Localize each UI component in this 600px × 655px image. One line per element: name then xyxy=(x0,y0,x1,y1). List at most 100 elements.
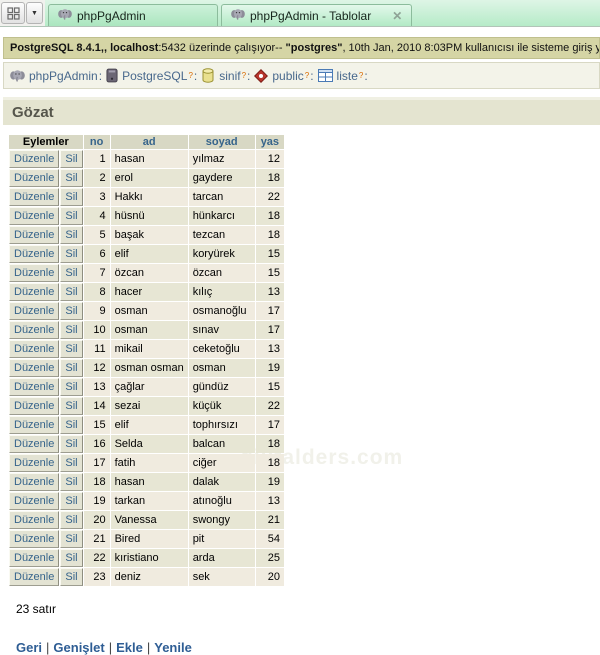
delete-button-link[interactable]: Sil xyxy=(65,172,77,184)
column-header-soyad[interactable]: soyad xyxy=(188,135,255,149)
tab-list-dropdown-button[interactable]: ▼ xyxy=(26,2,43,24)
delete-button-link[interactable]: Sil xyxy=(65,362,77,374)
edit-button[interactable]: Düzenle xyxy=(9,188,60,206)
breadcrumb-label[interactable]: liste xyxy=(337,69,358,83)
help-icon[interactable]: ? xyxy=(305,71,309,80)
edit-button-link[interactable]: Düzenle xyxy=(14,381,54,393)
delete-button[interactable]: Sil xyxy=(60,511,83,529)
delete-button[interactable]: Sil xyxy=(60,245,83,263)
help-icon[interactable]: ? xyxy=(242,71,246,80)
edit-button[interactable]: Düzenle xyxy=(9,492,60,510)
expand-link[interactable]: Genişlet xyxy=(53,640,104,655)
column-header-no[interactable]: no xyxy=(83,135,110,149)
edit-button[interactable]: Düzenle xyxy=(9,435,60,453)
breadcrumb-item-database[interactable]: sinif? : xyxy=(201,68,250,83)
edit-button-link[interactable]: Düzenle xyxy=(14,552,54,564)
delete-button[interactable]: Sil xyxy=(60,264,83,282)
edit-button-link[interactable]: Düzenle xyxy=(14,533,54,545)
help-icon[interactable]: ? xyxy=(359,71,363,80)
delete-button[interactable]: Sil xyxy=(60,492,83,510)
edit-button[interactable]: Düzenle xyxy=(9,454,60,472)
edit-button[interactable]: Düzenle xyxy=(9,473,60,491)
tab-groups-button[interactable] xyxy=(1,2,25,24)
help-icon[interactable]: ? xyxy=(188,71,192,80)
delete-button-link[interactable]: Sil xyxy=(65,210,77,222)
edit-button[interactable]: Düzenle xyxy=(9,226,60,244)
edit-button-link[interactable]: Düzenle xyxy=(14,400,54,412)
edit-button-link[interactable]: Düzenle xyxy=(14,153,54,165)
edit-button-link[interactable]: Düzenle xyxy=(14,210,54,222)
delete-button[interactable]: Sil xyxy=(60,321,83,339)
delete-button[interactable]: Sil xyxy=(60,549,83,567)
breadcrumb-item-schema[interactable]: public? : xyxy=(254,68,314,83)
delete-button[interactable]: Sil xyxy=(60,226,83,244)
delete-button[interactable]: Sil xyxy=(60,302,83,320)
delete-button[interactable]: Sil xyxy=(60,435,83,453)
back-link[interactable]: Geri xyxy=(16,640,42,655)
delete-button[interactable]: Sil xyxy=(60,416,83,434)
delete-button[interactable]: Sil xyxy=(60,473,83,491)
edit-button-link[interactable]: Düzenle xyxy=(14,571,54,583)
edit-button[interactable]: Düzenle xyxy=(9,340,60,358)
breadcrumb-item-table[interactable]: liste? : xyxy=(317,69,368,83)
delete-button[interactable]: Sil xyxy=(60,340,83,358)
delete-button[interactable]: Sil xyxy=(60,207,83,225)
edit-button-link[interactable]: Düzenle xyxy=(14,419,54,431)
delete-button[interactable]: Sil xyxy=(60,397,83,415)
edit-button-link[interactable]: Düzenle xyxy=(14,457,54,469)
delete-button-link[interactable]: Sil xyxy=(65,267,77,279)
delete-button-link[interactable]: Sil xyxy=(65,286,77,298)
edit-button[interactable]: Düzenle xyxy=(9,530,60,548)
edit-button[interactable]: Düzenle xyxy=(9,359,60,377)
edit-button-link[interactable]: Düzenle xyxy=(14,267,54,279)
breadcrumb-label[interactable]: sinif xyxy=(219,69,240,83)
edit-button-link[interactable]: Düzenle xyxy=(14,362,54,374)
delete-button-link[interactable]: Sil xyxy=(65,400,77,412)
delete-button[interactable]: Sil xyxy=(60,169,83,187)
edit-button[interactable]: Düzenle xyxy=(9,245,60,263)
browser-tab-tablolar[interactable]: phpPgAdmin - Tablolar ✕ xyxy=(221,4,413,26)
delete-button-link[interactable]: Sil xyxy=(65,324,77,336)
edit-button[interactable]: Düzenle xyxy=(9,321,60,339)
delete-button[interactable]: Sil xyxy=(60,454,83,472)
breadcrumb-label[interactable]: PostgreSQL xyxy=(122,69,187,83)
edit-button-link[interactable]: Düzenle xyxy=(14,514,54,526)
edit-button-link[interactable]: Düzenle xyxy=(14,191,54,203)
edit-button[interactable]: Düzenle xyxy=(9,416,60,434)
edit-button-link[interactable]: Düzenle xyxy=(14,286,54,298)
edit-button[interactable]: Düzenle xyxy=(9,568,60,586)
delete-button-link[interactable]: Sil xyxy=(65,191,77,203)
refresh-link[interactable]: Yenile xyxy=(154,640,192,655)
edit-button-link[interactable]: Düzenle xyxy=(14,248,54,260)
delete-button[interactable]: Sil xyxy=(60,283,83,301)
insert-link[interactable]: Ekle xyxy=(116,640,143,655)
edit-button-link[interactable]: Düzenle xyxy=(14,229,54,241)
edit-button-link[interactable]: Düzenle xyxy=(14,305,54,317)
delete-button-link[interactable]: Sil xyxy=(65,533,77,545)
breadcrumb-item-phppgadmin[interactable]: phpPgAdmin : xyxy=(10,68,102,83)
delete-button-link[interactable]: Sil xyxy=(65,381,77,393)
delete-button-link[interactable]: Sil xyxy=(65,229,77,241)
column-header-ad[interactable]: ad xyxy=(110,135,188,149)
delete-button[interactable]: Sil xyxy=(60,188,83,206)
edit-button-link[interactable]: Düzenle xyxy=(14,324,54,336)
edit-button[interactable]: Düzenle xyxy=(9,264,60,282)
edit-button[interactable]: Düzenle xyxy=(9,378,60,396)
delete-button[interactable]: Sil xyxy=(60,530,83,548)
breadcrumb-label[interactable]: phpPgAdmin xyxy=(29,69,98,83)
delete-button[interactable]: Sil xyxy=(60,568,83,586)
edit-button-link[interactable]: Düzenle xyxy=(14,438,54,450)
delete-button[interactable]: Sil xyxy=(60,359,83,377)
delete-button-link[interactable]: Sil xyxy=(65,552,77,564)
delete-button-link[interactable]: Sil xyxy=(65,476,77,488)
edit-button[interactable]: Düzenle xyxy=(9,549,60,567)
edit-button[interactable]: Düzenle xyxy=(9,150,60,168)
edit-button-link[interactable]: Düzenle xyxy=(14,495,54,507)
breadcrumb-label[interactable]: public xyxy=(272,69,303,83)
close-icon[interactable]: ✕ xyxy=(392,9,402,23)
edit-button-link[interactable]: Düzenle xyxy=(14,172,54,184)
edit-button-link[interactable]: Düzenle xyxy=(14,343,54,355)
delete-button-link[interactable]: Sil xyxy=(65,438,77,450)
edit-button[interactable]: Düzenle xyxy=(9,283,60,301)
delete-button[interactable]: Sil xyxy=(60,150,83,168)
